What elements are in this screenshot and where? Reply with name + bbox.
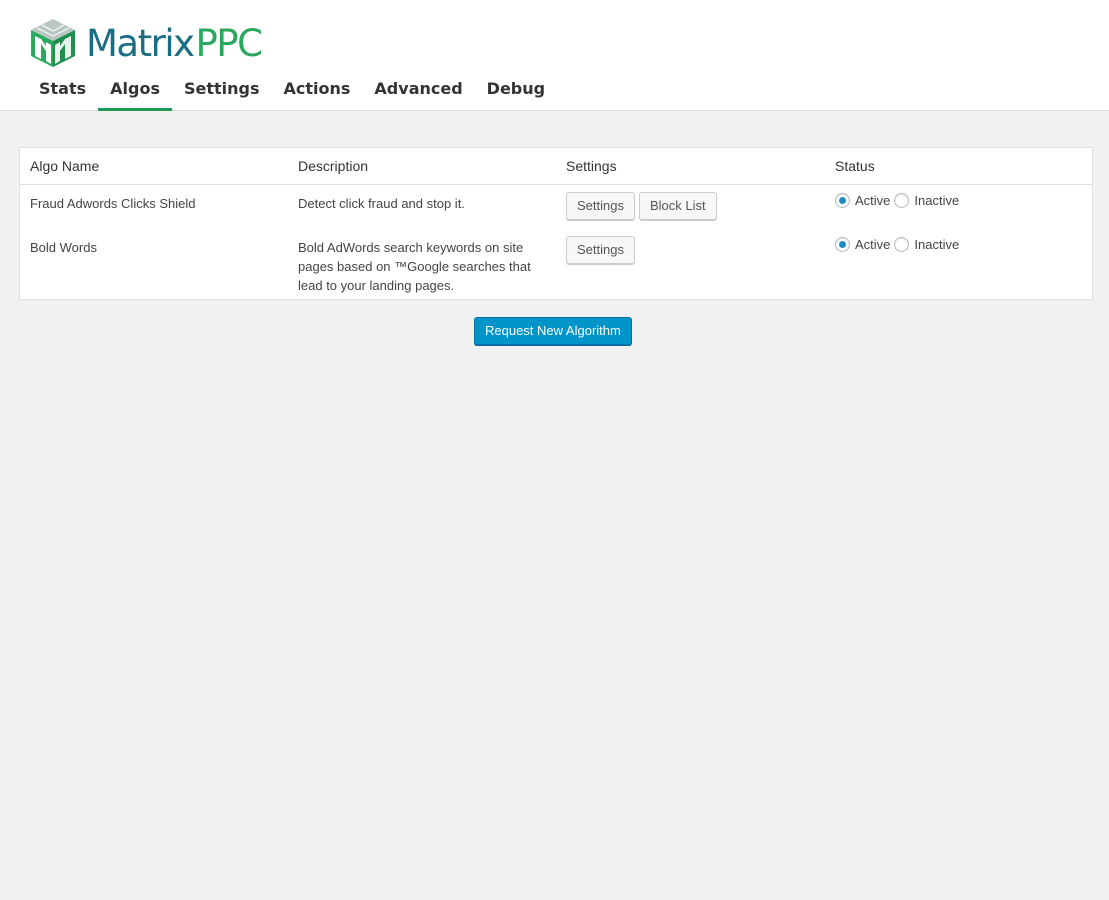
table-header: Algo Name Description Settings Status xyxy=(20,148,1092,185)
status-active-radio[interactable] xyxy=(835,193,850,208)
tab-actions[interactable]: Actions xyxy=(272,70,363,111)
settings-button[interactable]: Settings xyxy=(566,236,635,264)
header-algo-name: Algo Name xyxy=(30,158,100,174)
brand-name-part1: Matrix xyxy=(86,21,195,65)
status-inactive-label[interactable]: Inactive xyxy=(914,193,959,208)
status-active-label[interactable]: Active xyxy=(855,237,890,252)
main-tabs: Stats Algos Settings Actions Advanced De… xyxy=(27,70,557,111)
algo-settings-buttons: Settings Block List xyxy=(566,192,717,220)
algo-settings-buttons: Settings xyxy=(566,236,635,264)
algo-description: Bold AdWords search keywords on site pag… xyxy=(298,240,531,293)
block-list-button[interactable]: Block List xyxy=(638,192,717,220)
brand-name-part2: PPC xyxy=(195,21,263,65)
algo-name: Bold Words xyxy=(30,240,97,255)
status-radio-group: Active Inactive xyxy=(835,237,963,252)
header-status: Status xyxy=(835,158,875,174)
request-new-algorithm-button[interactable]: Request New Algorithm xyxy=(474,317,632,345)
algo-description: Detect click fraud and stop it. xyxy=(298,196,465,211)
header-description: Description xyxy=(298,158,369,174)
table-row: Fraud Adwords Clicks Shield Detect click… xyxy=(20,184,1092,228)
algos-table: Algo Name Description Settings Status Fr… xyxy=(19,147,1093,300)
tab-algos[interactable]: Algos xyxy=(98,70,172,111)
m-cube-logo-icon xyxy=(31,19,75,67)
brand-name: Matrix PPC xyxy=(86,21,263,65)
status-inactive-radio[interactable] xyxy=(894,193,910,208)
status-inactive-radio[interactable] xyxy=(894,237,910,252)
status-active-label[interactable]: Active xyxy=(855,193,890,208)
tab-settings[interactable]: Settings xyxy=(172,70,272,111)
page-header: Matrix PPC Stats Algos Settings Actions … xyxy=(0,0,1109,111)
header-settings: Settings xyxy=(566,158,617,174)
tab-stats[interactable]: Stats xyxy=(27,70,98,111)
tab-advanced[interactable]: Advanced xyxy=(362,70,474,111)
status-active-radio[interactable] xyxy=(835,237,850,252)
settings-button[interactable]: Settings xyxy=(566,192,635,220)
algo-name: Fraud Adwords Clicks Shield xyxy=(30,196,196,211)
status-radio-group: Active Inactive xyxy=(835,193,963,208)
table-row: Bold Words Bold AdWords search keywords … xyxy=(20,228,1092,300)
status-inactive-label[interactable]: Inactive xyxy=(914,237,959,252)
brand-logo[interactable]: Matrix PPC xyxy=(28,16,263,70)
tab-debug[interactable]: Debug xyxy=(475,70,557,111)
